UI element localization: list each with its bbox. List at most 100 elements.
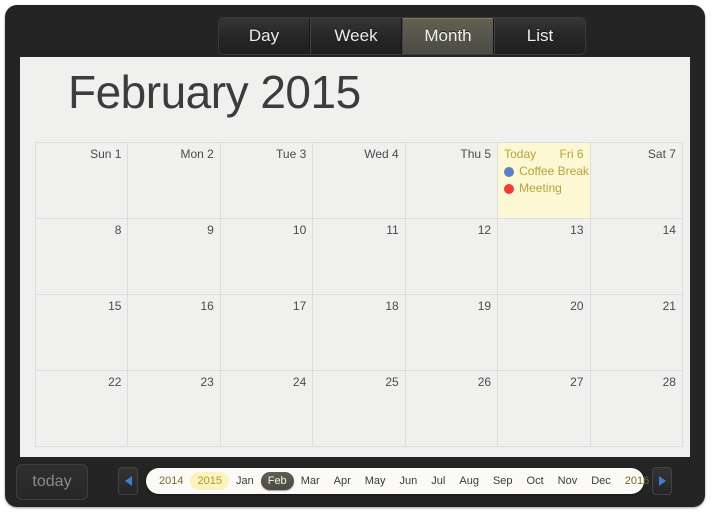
chevron-right-icon[interactable] [652, 467, 672, 495]
day-cell[interactable]: Sat 7 [590, 143, 683, 219]
day-number: 9 [207, 223, 214, 237]
day-cell[interactable]: 25 [313, 371, 406, 447]
day-cell[interactable]: Wed 4 [313, 143, 406, 219]
day-cell[interactable]: 17 [220, 295, 314, 371]
day-cell[interactable]: 10 [220, 219, 314, 295]
day-cell[interactable]: 13 [498, 219, 591, 295]
day-cell[interactable]: Thu 5 [405, 143, 499, 219]
day-cell[interactable]: Sun 1 [36, 143, 129, 219]
date-strip-item-aug[interactable]: Aug [452, 472, 486, 490]
day-number: 10 [292, 223, 307, 237]
day-cell[interactable]: 20 [498, 295, 591, 371]
today-label: Today [504, 147, 537, 161]
day-number: 13 [570, 223, 584, 237]
calendar-week-row: Sun 1 Mon 2 Tue 3 Wed 4 Thu 5 Today Fri 6 Coffe… [36, 143, 683, 219]
date-strip-item-sep[interactable]: Sep [486, 472, 520, 490]
day-number: 16 [200, 299, 214, 313]
day-number: 25 [385, 375, 399, 389]
date-strip-item-2015[interactable]: 2015 [190, 472, 229, 490]
day-cell[interactable]: 18 [313, 295, 406, 371]
day-cell[interactable]: 26 [405, 371, 499, 447]
date-strip-item-jan[interactable]: Jan [229, 472, 261, 490]
calendar-panel: February 2015 Sun 1 Mon 2 Tue 3 Wed 4 Thu 5 T… [20, 57, 690, 457]
day-cell[interactable]: Tue 3 [220, 143, 314, 219]
day-number: 12 [477, 223, 492, 237]
day-number: 22 [108, 375, 122, 389]
day-cell[interactable]: Mon 2 [128, 143, 221, 219]
date-strip-item-2016[interactable]: 2016 [618, 472, 656, 490]
day-cell[interactable]: 19 [405, 295, 499, 371]
day-number: 19 [477, 299, 492, 313]
day-cell[interactable]: 15 [36, 295, 129, 371]
calendar-grid: Sun 1 Mon 2 Tue 3 Wed 4 Thu 5 Today Fri 6 Coffe… [35, 142, 683, 447]
date-strip-item-dec[interactable]: Dec [584, 472, 618, 490]
date-strip-item-may[interactable]: May [358, 472, 393, 490]
day-number: 17 [292, 299, 307, 313]
tab-day[interactable]: Day [219, 18, 310, 54]
day-number: 28 [662, 375, 676, 389]
calendar-event[interactable]: Meeting [504, 181, 583, 196]
day-cell[interactable]: 16 [128, 295, 221, 371]
date-strip-item-nov[interactable]: Nov [551, 472, 585, 490]
date-strip-item-2014[interactable]: 2014 [152, 472, 190, 490]
date-strip-item-feb[interactable]: Feb [260, 472, 294, 490]
bottom-toolbar: today 2014 2015 Jan Feb Mar Apr May Jun Jul Aug Se… [5, 457, 705, 507]
calendar-week-row: 8 9 10 11 12 13 14 [36, 219, 683, 295]
day-number: 18 [385, 299, 399, 313]
event-title: Coffee Break [519, 164, 589, 178]
date-navigation: 2014 2015 Jan Feb Mar Apr May Jun Jul Aug Sep Oct No… [118, 467, 672, 495]
day-cell[interactable]: 9 [128, 219, 221, 295]
day-cell[interactable]: 28 [590, 371, 683, 447]
chevron-right-glyph [658, 476, 666, 486]
calendar-window: Day Week Month List February 2015 Sun 1 Mon … [5, 5, 705, 507]
today-button[interactable]: today [16, 464, 88, 500]
event-dot-icon [504, 183, 515, 194]
day-number: 14 [662, 223, 676, 237]
date-strip-item-oct[interactable]: Oct [520, 472, 551, 490]
day-number: 15 [108, 299, 122, 313]
day-number: 27 [570, 375, 584, 389]
day-number: 23 [200, 375, 214, 389]
calendar-week-row: 15 16 17 18 19 20 21 [36, 295, 683, 371]
tab-month[interactable]: Month [402, 18, 494, 54]
day-cell[interactable]: 14 [590, 219, 683, 295]
day-number-label: Fri 6 [559, 147, 584, 161]
view-tab-bar: Day Week Month List [218, 17, 586, 55]
date-strip: 2014 2015 Jan Feb Mar Apr May Jun Jul Aug Sep Oct No… [146, 468, 649, 494]
calendar-week-row: 22 23 24 25 26 27 28 [36, 371, 683, 447]
date-strip-item-jun[interactable]: Jun [393, 472, 425, 490]
day-cell[interactable]: 11 [313, 219, 406, 295]
date-strip-item-mar[interactable]: Mar [294, 472, 327, 490]
event-title: Meeting [519, 181, 562, 195]
date-strip-item-apr[interactable]: Apr [327, 472, 358, 490]
event-dot-icon [504, 166, 515, 177]
day-cell[interactable]: 24 [220, 371, 314, 447]
page-title: February 2015 [68, 66, 361, 118]
day-number: 20 [570, 299, 584, 313]
day-cell-today[interactable]: Today Fri 6 Coffee Break Meeting [498, 143, 591, 219]
day-number: 24 [292, 375, 307, 389]
day-cell[interactable]: 21 [590, 295, 683, 371]
day-cell[interactable]: 27 [498, 371, 591, 447]
tab-list[interactable]: List [494, 18, 585, 54]
day-number: Today Fri 6 [504, 147, 583, 161]
day-number: Sun 1 [90, 147, 122, 161]
chevron-left-glyph [124, 476, 132, 486]
day-number: Mon 2 [180, 147, 214, 161]
event-list: Coffee Break Meeting [504, 164, 589, 196]
day-number: Wed 4 [364, 147, 399, 161]
tab-week[interactable]: Week [310, 18, 402, 54]
day-cell[interactable]: 23 [128, 371, 221, 447]
day-number: 26 [477, 375, 492, 389]
date-strip-item-jul[interactable]: Jul [424, 472, 452, 490]
day-cell[interactable]: 8 [36, 219, 129, 295]
calendar-event[interactable]: Coffee Break [504, 164, 589, 179]
day-number: Thu 5 [460, 147, 492, 161]
chevron-left-icon[interactable] [118, 467, 138, 495]
day-number: 8 [114, 223, 122, 237]
day-cell[interactable]: 12 [405, 219, 499, 295]
day-number: 21 [662, 299, 676, 313]
day-number: Sat 7 [647, 147, 676, 161]
day-number: 11 [386, 223, 399, 237]
day-cell[interactable]: 22 [36, 371, 129, 447]
